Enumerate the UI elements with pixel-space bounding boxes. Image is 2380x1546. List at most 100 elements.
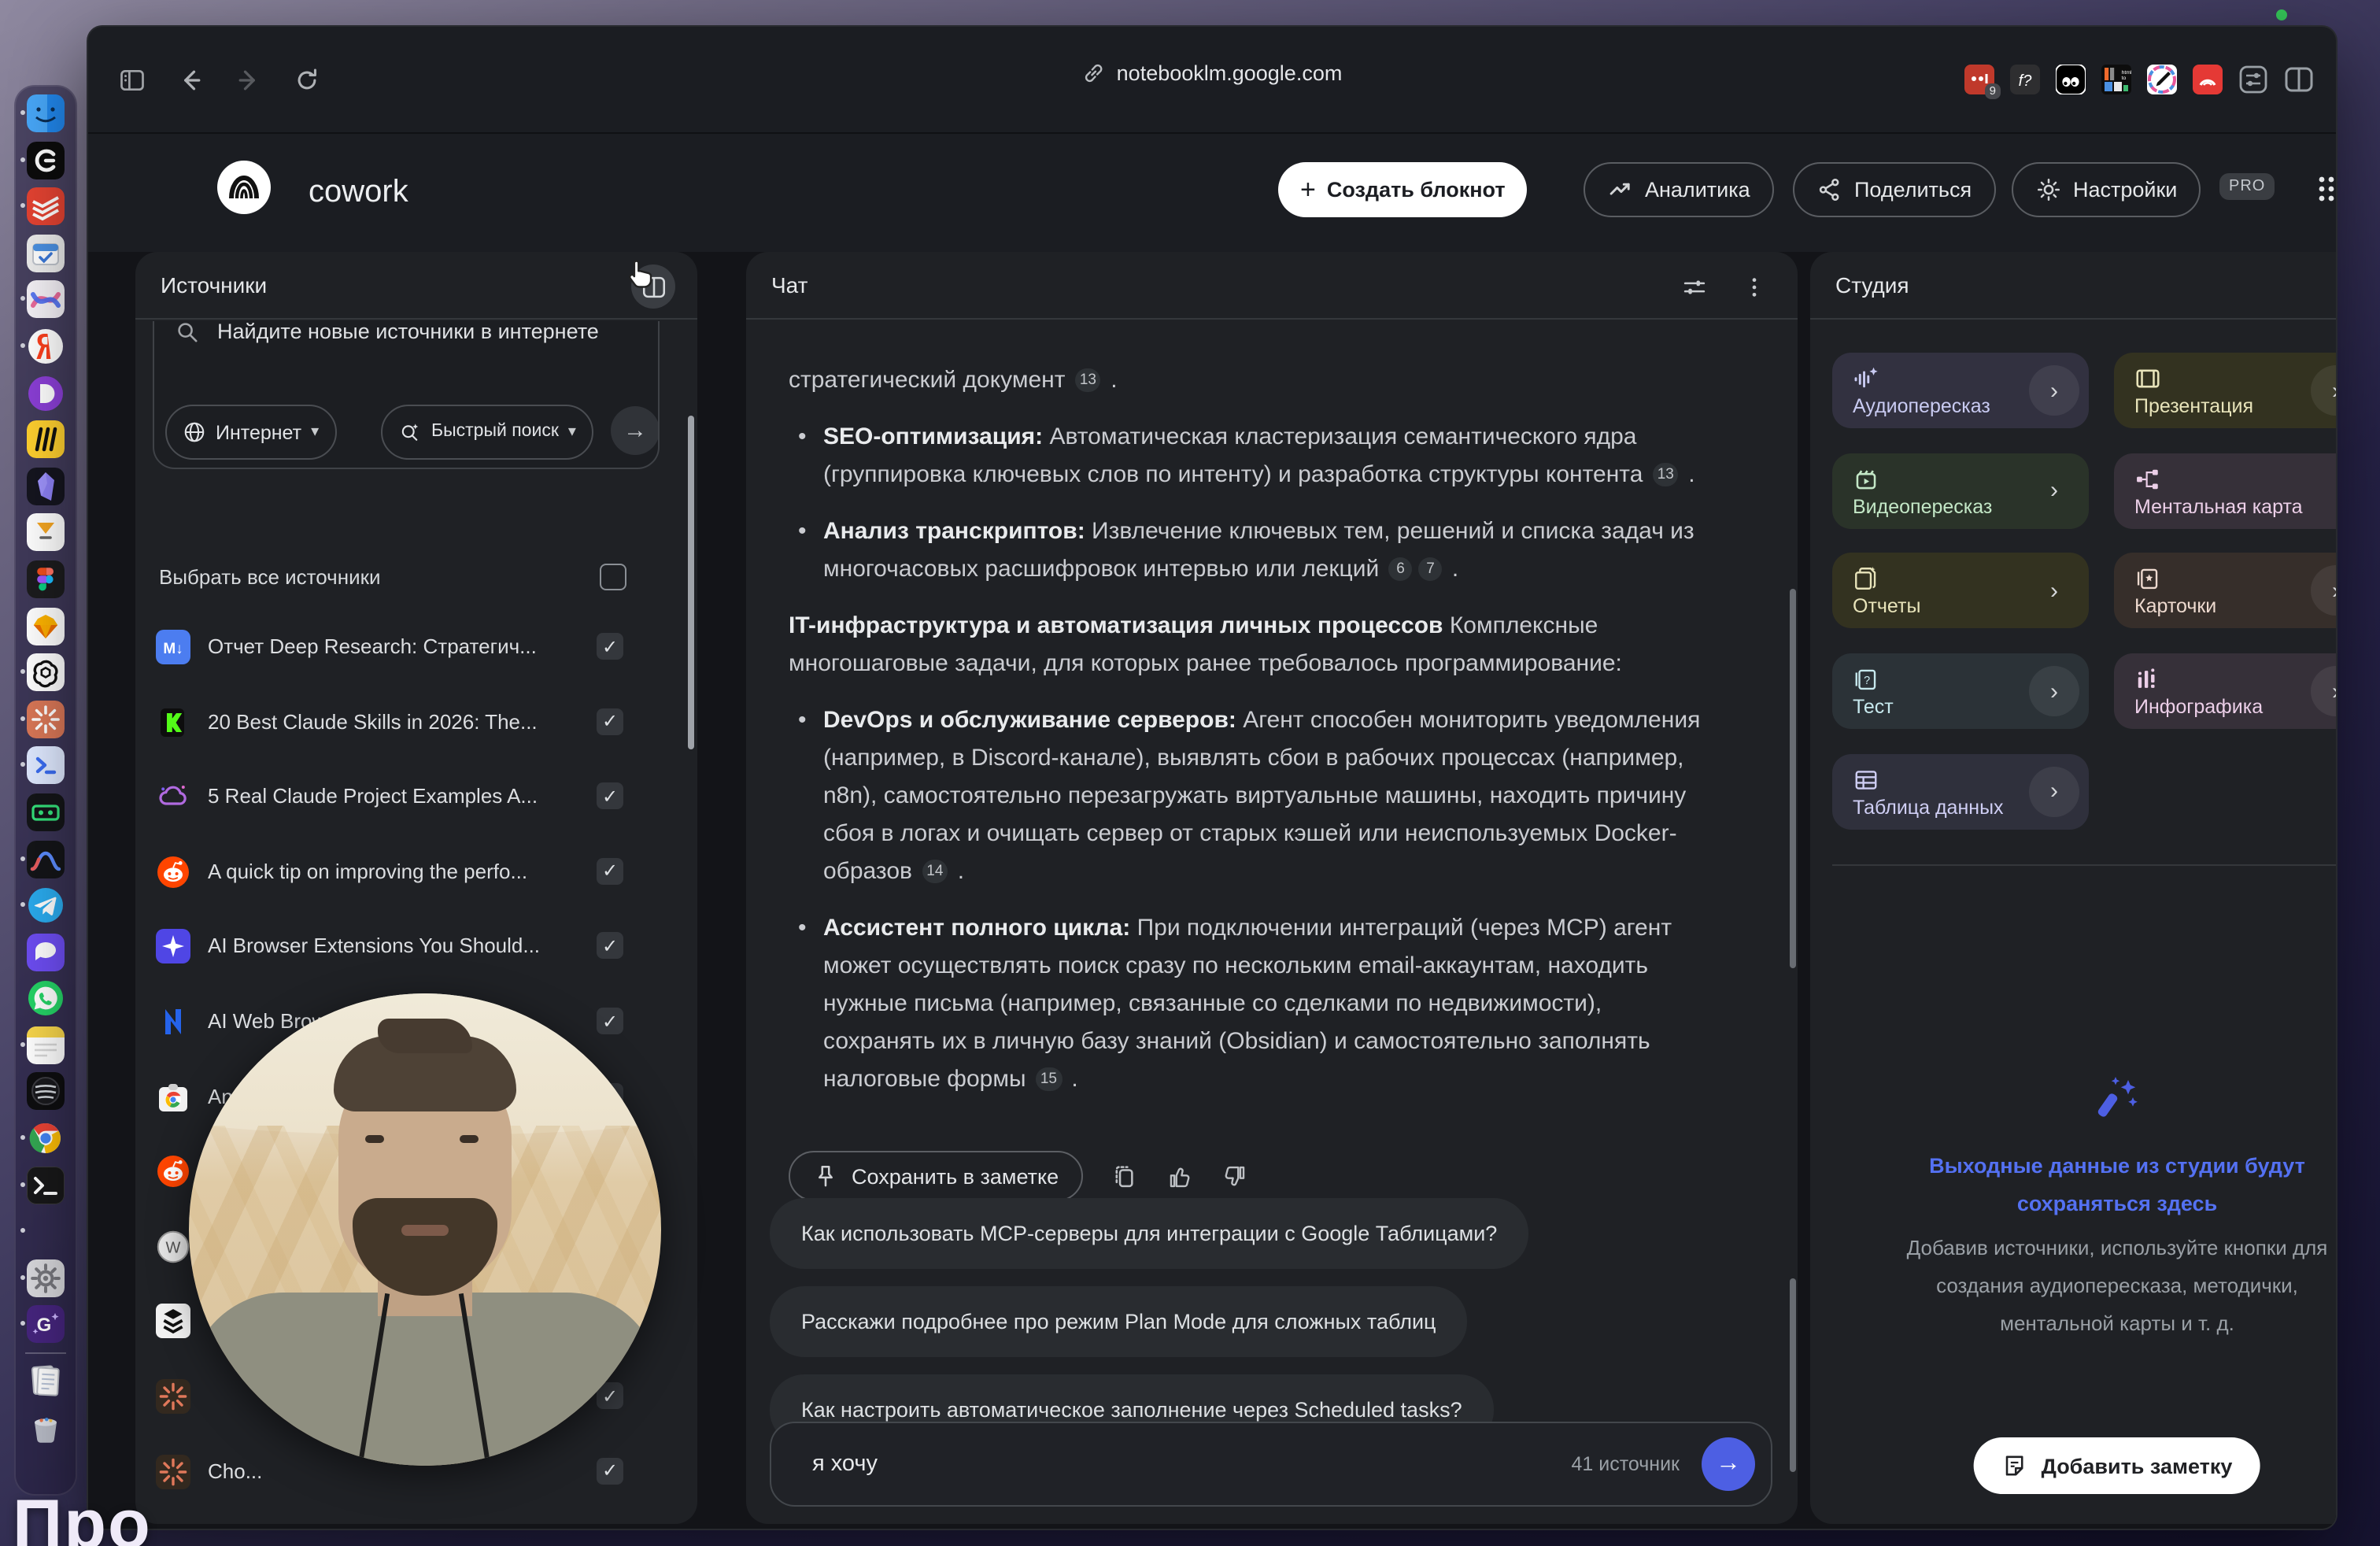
html-to-design-extension-icon[interactable]: htmlto: [2101, 65, 2131, 94]
studio-card-flashcards[interactable]: Карточки›: [2114, 553, 2338, 629]
address-bar[interactable]: notebooklm.google.com: [1082, 61, 1343, 85]
dock-item-yandex-browser[interactable]: [27, 327, 65, 365]
search-mode-dropdown[interactable]: Быстрый поиск ▾: [381, 405, 593, 460]
reload-button-icon[interactable]: [293, 65, 321, 94]
studio-card-audio-overview[interactable]: Аудиопересказ›: [1832, 353, 2089, 428]
source-checkbox[interactable]: ✓: [597, 633, 623, 660]
toggles-button-icon[interactable]: [2238, 65, 2268, 94]
dock-item-chrome[interactable]: [27, 1119, 65, 1157]
suggestion-chip[interactable]: Расскажи подробнее про режим Plan Mode д…: [770, 1286, 1468, 1357]
chat-settings-icon[interactable]: [1672, 264, 1716, 309]
dock-item-calendar-check-app[interactable]: [27, 235, 65, 272]
citation-chip[interactable]: 15: [1036, 1067, 1062, 1091]
dock-item-trash[interactable]: [27, 1408, 65, 1446]
dock-item-system-settings[interactable]: [27, 1259, 65, 1297]
save-to-note-button[interactable]: Сохранить в заметке: [789, 1151, 1082, 1201]
dock-item-whatsapp[interactable]: [27, 980, 65, 1018]
add-note-button[interactable]: Добавить заметку: [1974, 1437, 2261, 1494]
dock-item-ribbons-app[interactable]: [27, 281, 65, 319]
chevron-right-icon[interactable]: ›: [2029, 566, 2079, 616]
dock-item-telegram[interactable]: [27, 886, 65, 924]
dock-item-chrome-2[interactable]: [27, 1213, 65, 1251]
chevron-right-icon[interactable]: ›: [2029, 767, 2079, 817]
chevron-right-icon[interactable]: ›: [2311, 666, 2338, 716]
citation-chip[interactable]: 13: [1075, 368, 1101, 392]
citation-chip[interactable]: 14: [922, 860, 948, 883]
send-button[interactable]: →: [1702, 1437, 1755, 1491]
sidebar-toggle-icon[interactable]: [118, 65, 146, 94]
dock-item-todoist[interactable]: [27, 187, 65, 225]
chevron-right-icon[interactable]: ›: [2029, 365, 2079, 416]
source-checkbox[interactable]: ✓: [597, 933, 623, 960]
source-checkbox[interactable]: ✓: [597, 858, 623, 885]
dock-item-purple-chat-app[interactable]: [27, 933, 65, 971]
citation-chip[interactable]: 7: [1419, 557, 1443, 581]
red-arc-extension-icon[interactable]: [2193, 65, 2223, 94]
notebooklm-logo-icon[interactable]: [217, 161, 271, 214]
settings-button[interactable]: Настройки: [2012, 162, 2201, 217]
studio-card-reports[interactable]: Отчеты›: [1832, 553, 2089, 629]
dock-item-sketch[interactable]: [27, 607, 65, 645]
color-picker-extension-icon[interactable]: [2147, 65, 2177, 94]
analytics-button[interactable]: Аналитика: [1584, 162, 1774, 217]
copy-icon[interactable]: [1111, 1163, 1137, 1189]
citation-chip[interactable]: 6: [1389, 557, 1413, 581]
dock-item-figma[interactable]: [27, 560, 65, 598]
create-notebook-button[interactable]: + Создать блокнот: [1278, 162, 1528, 217]
chat-input-bar[interactable]: я хочу 41 источник →: [770, 1422, 1772, 1507]
source-list-item[interactable]: A quick tip on improving the perfo...✓: [135, 836, 697, 908]
dock-item-obsidian[interactable]: [27, 468, 65, 505]
source-list-item[interactable]: M↓Отчет Deep Research: Стратегич...✓: [135, 611, 697, 683]
chevron-right-icon[interactable]: ›: [2029, 465, 2079, 516]
dock-item-chatgpt[interactable]: [27, 653, 65, 691]
split-view-button-icon[interactable]: [2284, 65, 2314, 94]
studio-card-mind-map[interactable]: Ментальная карта: [2114, 453, 2338, 528]
studio-card-infographic[interactable]: Инфографика›: [2114, 653, 2338, 729]
dock-item-miro[interactable]: [27, 420, 65, 458]
studio-card-presentation[interactable]: Презентация›: [2114, 353, 2338, 428]
dock-item-cassette-app[interactable]: [27, 793, 65, 831]
dock-item-documents-stack[interactable]: [27, 1362, 65, 1400]
dock-item-black-c-app[interactable]: [27, 141, 65, 179]
studio-card-data-table[interactable]: Таблица данных›: [1832, 754, 2089, 830]
dock-item-gemini[interactable]: G: [27, 1306, 65, 1344]
source-list-item[interactable]: PCChrome, Edge, Firefox, Opera, or ...✓: [135, 1510, 697, 1524]
webcam-overlay[interactable]: [189, 993, 661, 1466]
thumbs-up-icon[interactable]: [1166, 1163, 1192, 1189]
citation-chip[interactable]: 13: [1653, 463, 1679, 486]
google-apps-grid-icon[interactable]: [2308, 165, 2338, 213]
notebook-title[interactable]: cowork: [309, 175, 408, 211]
dock-item-terminal[interactable]: [27, 1166, 65, 1204]
source-list-item[interactable]: AI Browser Extensions You Should...✓: [135, 911, 697, 983]
chat-more-menu-icon[interactable]: [1731, 264, 1776, 309]
thumbs-down-icon[interactable]: [1221, 1163, 1247, 1189]
red-dots-extension-icon[interactable]: 9: [1964, 65, 1994, 94]
dock-item-pencil-app[interactable]: [27, 514, 65, 552]
dock-item-curve-app[interactable]: [27, 840, 65, 878]
submit-search-button[interactable]: →: [611, 406, 660, 455]
dock-item-apple-notes[interactable]: [27, 1026, 65, 1064]
sources-scrollbar[interactable]: [688, 416, 694, 749]
dock-item-purple-d-app[interactable]: [27, 374, 65, 412]
source-checkbox[interactable]: ✓: [597, 708, 623, 734]
chat-input-value[interactable]: я хочу: [812, 1452, 1572, 1477]
chevron-right-icon[interactable]: ›: [2311, 365, 2338, 416]
suggestion-chip[interactable]: Как использовать MCP-серверы для интегра…: [770, 1198, 1528, 1269]
source-checkbox[interactable]: ✓: [597, 782, 623, 809]
studio-card-quiz[interactable]: ?Тест›: [1832, 653, 2089, 729]
studio-card-video-overview[interactable]: Видеопересказ›: [1832, 453, 2089, 528]
share-button[interactable]: Поделиться: [1793, 162, 1995, 217]
back-button-icon[interactable]: [176, 65, 205, 94]
chat-scrollbar[interactable]: [1790, 589, 1796, 968]
eyes-extension-icon[interactable]: [2056, 65, 2086, 94]
chevron-right-icon[interactable]: ›: [2029, 666, 2079, 716]
source-list-item[interactable]: 5 Real Claude Project Examples A...✓: [135, 760, 697, 833]
chat-scrollbar-lower[interactable]: [1790, 1278, 1796, 1472]
scope-dropdown[interactable]: Интернет ▾: [165, 405, 336, 460]
forward-button-icon[interactable]: [235, 65, 263, 94]
dock-item-finder[interactable]: [27, 94, 65, 132]
dock-item-blue-terminal[interactable]: [27, 747, 65, 785]
dock-item-dark-sphere-app[interactable]: [27, 1073, 65, 1111]
select-all-checkbox[interactable]: [600, 564, 626, 590]
fontanello-extension-icon[interactable]: f?: [2010, 65, 2040, 94]
